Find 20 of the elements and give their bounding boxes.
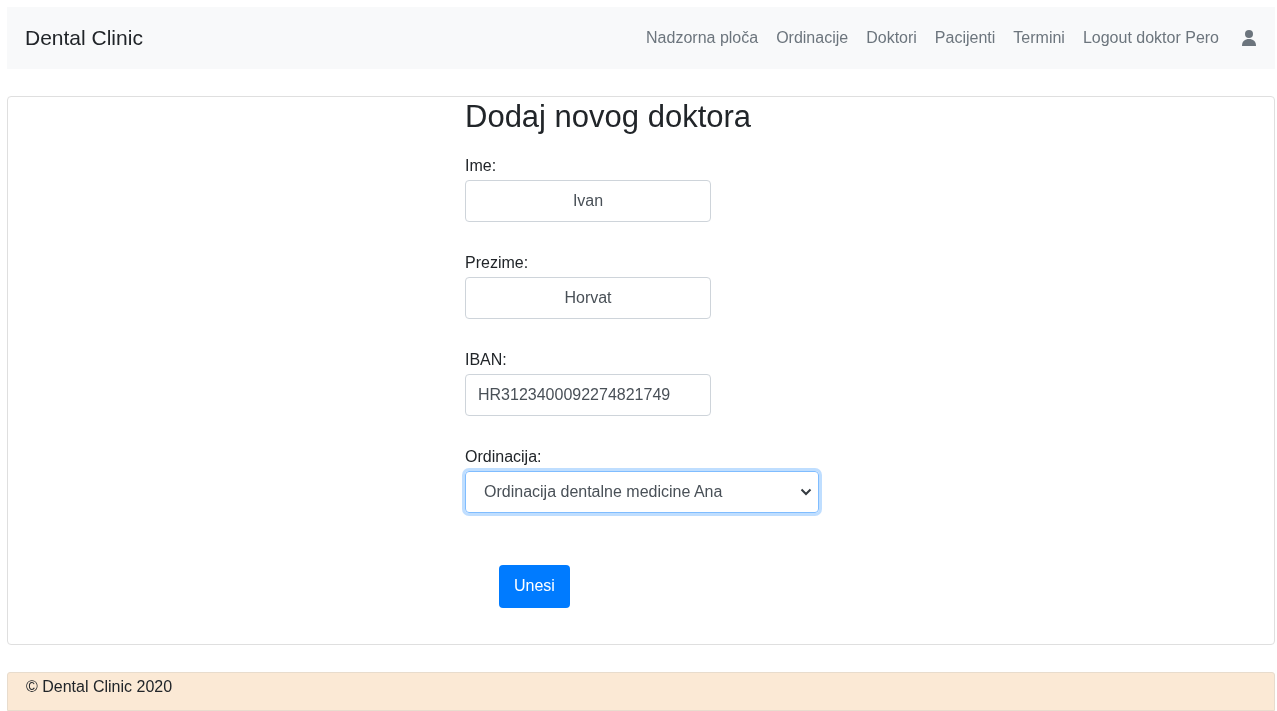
submit-button[interactable]: Unesi — [499, 564, 570, 608]
input-field[interactable]: Horvat — [465, 276, 711, 319]
input-field[interactable]: Ivan — [465, 179, 711, 222]
nav-link[interactable]: Nadzorna ploča — [646, 28, 759, 47]
nav-link[interactable]: Ordinacije — [776, 28, 849, 47]
input-field[interactable]: HR3123400092274821749 — [465, 373, 711, 416]
nav-link[interactable]: Termini — [1013, 28, 1065, 47]
footer-text: © Dental Clinic 2020 — [26, 677, 173, 695]
field-label: IBAN: — [465, 350, 508, 369]
chevron-down-icon — [800, 487, 812, 496]
nav-link[interactable]: Pacijenti — [934, 28, 996, 47]
page-title: Dodaj novog doktora — [465, 98, 753, 135]
nav-link[interactable]: Logout doktor Pero — [1082, 28, 1219, 47]
field-label: Prezime: — [465, 253, 530, 272]
nav-link[interactable]: Doktori — [866, 28, 917, 47]
brand-title[interactable]: Dental Clinic — [25, 25, 143, 50]
user-icon[interactable] — [1241, 28, 1257, 47]
select-field[interactable]: Ordinacija dentalne medicine Ana — [465, 470, 819, 513]
field-label: Ordinacija: — [465, 447, 543, 466]
field-label: Ime: — [465, 156, 498, 175]
